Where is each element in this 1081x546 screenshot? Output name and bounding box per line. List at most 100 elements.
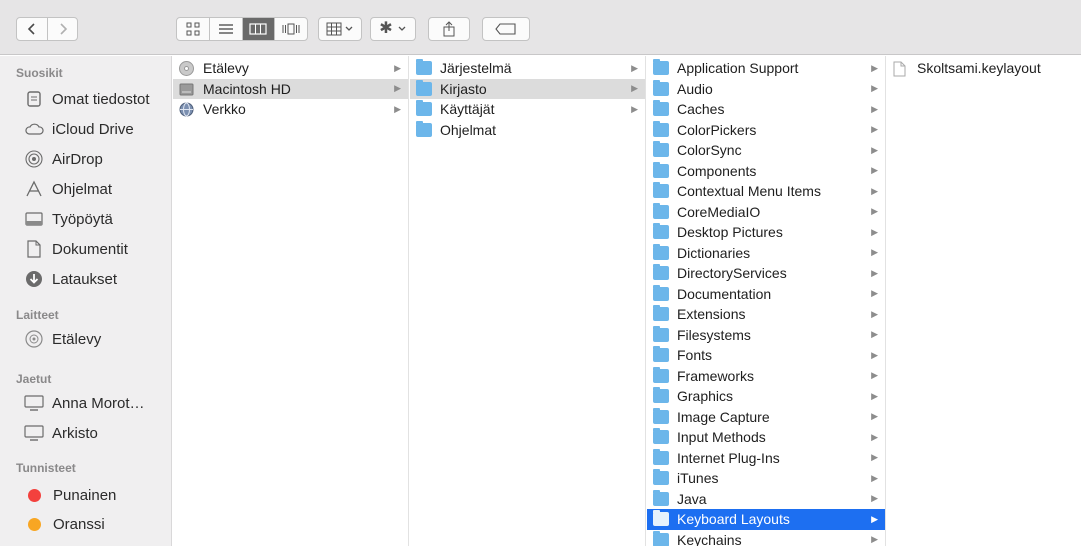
folder-icon [653,448,669,465]
sidebar-section-title: Suosikit [16,66,63,80]
disclosure-arrow-icon: ▶ [871,144,878,155]
list-item[interactable]: Desktop Pictures ▶ [647,222,885,243]
folder-icon [653,161,669,178]
sidebar-item-etalevy[interactable]: Etälevy [24,326,101,352]
list-item[interactable]: Frameworks ▶ [647,366,885,387]
sidebar-section-title: Laitteet [16,308,59,322]
list-item[interactable]: Audio ▶ [647,79,885,100]
sidebar-item-icloud-drive[interactable]: iCloud Drive [24,116,134,142]
cover-flow-view-button[interactable] [274,18,307,40]
list-item[interactable]: Input Methods ▶ [647,427,885,448]
back-button[interactable] [17,18,47,40]
sidebar-item-label: Omat tiedostot [52,90,150,108]
item-label: Fonts [677,347,713,364]
disclosure-arrow-icon: ▶ [394,62,401,73]
folder-icon [653,79,669,96]
disclosure-arrow-icon: ▶ [871,62,878,73]
list-item[interactable]: Keyboard Layouts ▶ [647,509,885,530]
sidebar-item-ohjelmat[interactable]: Ohjelmat [24,176,112,202]
list-item[interactable]: Application Support ▶ [647,58,885,79]
list-item[interactable]: ColorSync ▶ [647,140,885,161]
action-menu-button[interactable]: ✱ [370,17,416,41]
sidebar-item-anna-morot[interactable]: Anna Morot… [24,390,145,416]
list-item[interactable]: Kirjasto ▶ [410,78,645,99]
list-item[interactable]: Components ▶ [647,161,885,182]
list-view-button[interactable] [208,18,242,40]
icon-view-button[interactable] [177,18,209,40]
list-item[interactable]: Fonts ▶ [647,345,885,366]
sidebar-item-label: iCloud Drive [52,120,134,138]
disclosure-arrow-icon: ▶ [394,103,401,114]
cloud-icon [24,119,44,139]
list-item[interactable]: Keychains ▶ [647,530,885,546]
list-item[interactable]: Dictionaries ▶ [647,243,885,264]
folder-icon [653,469,669,486]
disclosure-arrow-icon: ▶ [871,390,878,401]
column-view-button[interactable] [241,18,275,40]
item-label: Extensions [677,306,746,323]
chevron-down-icon [398,26,406,31]
list-item[interactable]: Etälevy ▶ [173,58,408,79]
sidebar-item-label: Dokumentit [52,240,128,258]
disclosure-arrow-icon: ▶ [871,308,878,319]
sidebar-item-omat-tiedostot[interactable]: Omat tiedostot [24,86,150,112]
list-item[interactable]: DirectoryServices ▶ [647,263,885,284]
list-item[interactable]: Järjestelmä ▶ [410,58,645,79]
network-globe-icon [179,102,195,117]
airdrop-icon [24,149,44,169]
list-item[interactable]: Filesystems ▶ [647,325,885,346]
sidebar-item-label: Ohjelmat [52,180,113,198]
item-label: CoreMediaIO [677,203,761,220]
list-item[interactable]: Documentation ▶ [647,284,885,305]
disclosure-arrow-icon: ▶ [871,288,878,299]
tags-button[interactable] [482,17,530,41]
column-volumes: Etälevy ▶ Macintosh HD ▶ Verkko ▶ [173,56,409,546]
item-label: Järjestelmä [440,60,512,77]
list-item[interactable]: Image Capture ▶ [647,407,885,428]
applications-folder-icon [416,120,432,137]
forward-button[interactable] [47,18,77,40]
sidebar-item-label: AirDrop [52,150,103,168]
list-item[interactable]: Caches ▶ [647,99,885,120]
share-button[interactable] [428,17,470,41]
sidebar-item-tyopoyta[interactable]: Työpöytä [24,206,113,232]
sidebar-item-arkisto[interactable]: Arkisto [24,420,98,446]
red-tag-icon [28,488,41,502]
view-mode-group [176,17,308,41]
folder-icon [653,141,669,158]
sidebar-item-airdrop[interactable]: AirDrop [24,146,103,172]
disclosure-arrow-icon: ▶ [631,62,638,73]
list-item[interactable]: Verkko ▶ [173,99,408,120]
folder-icon [653,243,669,260]
list-item[interactable]: Graphics ▶ [647,386,885,407]
arrange-button[interactable] [318,17,362,41]
list-item[interactable]: Käyttäjät ▶ [410,99,645,120]
list-item[interactable]: Ohjelmat [410,120,645,141]
list-item[interactable]: Extensions ▶ [647,304,885,325]
chevron-right-icon [59,23,67,35]
library-folder-icon [416,79,432,96]
item-label: Graphics [677,388,734,405]
folder-icon [653,407,669,424]
folder-icon [653,489,669,506]
list-item[interactable]: CoreMediaIO ▶ [647,202,885,223]
list-item[interactable]: Internet Plug-Ins ▶ [647,448,885,469]
applications-icon [24,179,44,199]
sidebar-item-punainen[interactable]: Punainen [24,482,116,508]
sidebar-item-dokumentit[interactable]: Dokumentit [24,236,128,262]
list-item[interactable]: Contextual Menu Items ▶ [647,181,885,202]
list-item[interactable]: Macintosh HD ▶ [173,78,408,99]
folder-icon [653,346,669,363]
folder-icon [653,510,669,527]
document-icon [893,61,909,77]
item-label: Components [677,162,757,179]
sidebar-item-lataukset[interactable]: Lataukset [24,266,117,292]
list-item[interactable]: iTunes ▶ [647,468,885,489]
list-item[interactable]: Java ▶ [647,489,885,510]
sidebar-item-oranssi[interactable]: Oranssi [24,511,105,537]
disclosure-arrow-icon: ▶ [871,472,878,483]
disclosure-arrow-icon: ▶ [871,247,878,258]
list-item[interactable]: ColorPickers ▶ [647,120,885,141]
disc-icon [24,329,44,349]
list-item[interactable]: Skoltsami.keylayout [887,58,1081,79]
